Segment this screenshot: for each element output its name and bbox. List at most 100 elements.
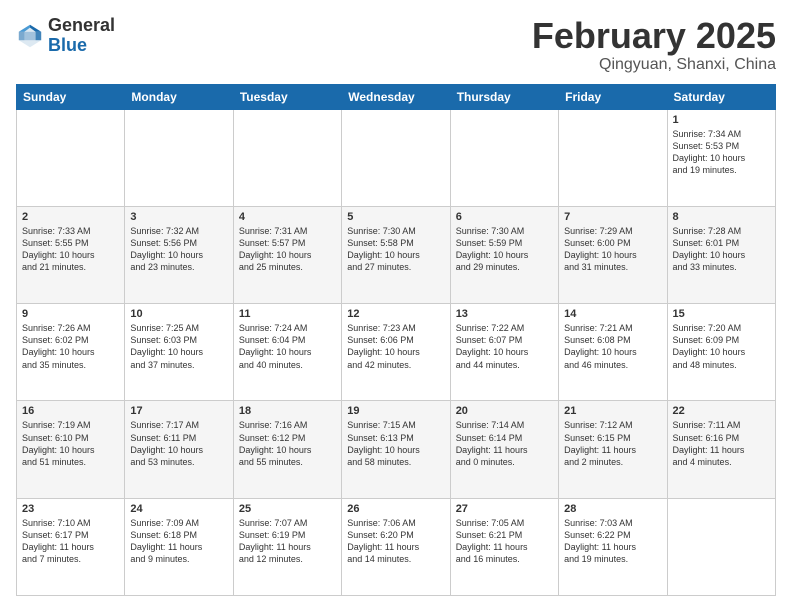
month-title: February 2025 xyxy=(532,16,776,56)
day-info: Sunrise: 7:23 AM Sunset: 6:06 PM Dayligh… xyxy=(347,322,444,371)
calendar-cell: 11 Sunrise: 7:24 AM Sunset: 6:04 PM Dayli… xyxy=(233,304,341,401)
day-number: 11 xyxy=(239,308,336,320)
calendar-cell: 14 Sunrise: 7:21 AM Sunset: 6:08 PM Dayli… xyxy=(559,304,667,401)
day-info: Sunrise: 7:09 AM Sunset: 6:18 PM Dayligh… xyxy=(130,517,227,566)
calendar-cell: 15 Sunrise: 7:20 AM Sunset: 6:09 PM Dayli… xyxy=(667,304,775,401)
calendar-cell: 27 Sunrise: 7:05 AM Sunset: 6:21 PM Dayli… xyxy=(450,498,558,595)
location: Qingyuan, Shanxi, China xyxy=(532,56,776,74)
day-number: 12 xyxy=(347,308,444,320)
calendar-week-row: 1Sunrise: 7:34 AM Sunset: 5:53 PM Daylig… xyxy=(17,109,776,206)
calendar-cell: 6Sunrise: 7:30 AM Sunset: 5:59 PM Daylig… xyxy=(450,206,558,303)
day-number: 22 xyxy=(673,405,770,417)
calendar-day-header: Monday xyxy=(125,84,233,109)
calendar-cell xyxy=(342,109,450,206)
day-number: 28 xyxy=(564,503,661,515)
day-number: 18 xyxy=(239,405,336,417)
day-info: Sunrise: 7:10 AM Sunset: 6:17 PM Dayligh… xyxy=(22,517,119,566)
calendar-cell: 12 Sunrise: 7:23 AM Sunset: 6:06 PM Dayli… xyxy=(342,304,450,401)
calendar-day-header: Thursday xyxy=(450,84,558,109)
day-info: Sunrise: 7:22 AM Sunset: 6:07 PM Dayligh… xyxy=(456,322,553,371)
logo-blue-text: Blue xyxy=(48,36,115,56)
day-info: Sunrise: 7:32 AM Sunset: 5:56 PM Dayligh… xyxy=(130,225,227,274)
calendar-cell: 8 Sunrise: 7:28 AM Sunset: 6:01 PM Daylig… xyxy=(667,206,775,303)
day-info: Sunrise: 7:16 AM Sunset: 6:12 PM Dayligh… xyxy=(239,419,336,468)
day-number: 26 xyxy=(347,503,444,515)
day-number: 27 xyxy=(456,503,553,515)
day-number: 8 xyxy=(673,211,770,223)
calendar-cell: 24 Sunrise: 7:09 AM Sunset: 6:18 PM Dayli… xyxy=(125,498,233,595)
calendar-cell: 21 Sunrise: 7:12 AM Sunset: 6:15 PM Dayli… xyxy=(559,401,667,498)
calendar-cell xyxy=(233,109,341,206)
day-info: Sunrise: 7:07 AM Sunset: 6:19 PM Dayligh… xyxy=(239,517,336,566)
day-info: Sunrise: 7:11 AM Sunset: 6:16 PM Dayligh… xyxy=(673,419,770,468)
calendar-cell: 26 Sunrise: 7:06 AM Sunset: 6:20 PM Dayli… xyxy=(342,498,450,595)
calendar-cell: 28 Sunrise: 7:03 AM Sunset: 6:22 PM Dayli… xyxy=(559,498,667,595)
day-number: 1 xyxy=(673,114,770,126)
calendar-day-header: Wednesday xyxy=(342,84,450,109)
day-info: Sunrise: 7:24 AM Sunset: 6:04 PM Dayligh… xyxy=(239,322,336,371)
logo-icon xyxy=(16,22,44,50)
calendar-cell: 19 Sunrise: 7:15 AM Sunset: 6:13 PM Dayli… xyxy=(342,401,450,498)
calendar-cell: 3 Sunrise: 7:32 AM Sunset: 5:56 PM Daylig… xyxy=(125,206,233,303)
day-number: 21 xyxy=(564,405,661,417)
logo-general-text: General xyxy=(48,16,115,36)
title-block: February 2025 Qingyuan, Shanxi, China xyxy=(532,16,776,74)
calendar-cell: 10Sunrise: 7:25 AM Sunset: 6:03 PM Dayli… xyxy=(125,304,233,401)
calendar-cell: 23Sunrise: 7:10 AM Sunset: 6:17 PM Dayli… xyxy=(17,498,125,595)
day-number: 15 xyxy=(673,308,770,320)
calendar-cell: 9Sunrise: 7:26 AM Sunset: 6:02 PM Daylig… xyxy=(17,304,125,401)
day-info: Sunrise: 7:21 AM Sunset: 6:08 PM Dayligh… xyxy=(564,322,661,371)
day-info: Sunrise: 7:15 AM Sunset: 6:13 PM Dayligh… xyxy=(347,419,444,468)
day-number: 3 xyxy=(130,211,227,223)
calendar-day-header: Friday xyxy=(559,84,667,109)
day-number: 14 xyxy=(564,308,661,320)
calendar-cell: 7Sunrise: 7:29 AM Sunset: 6:00 PM Daylig… xyxy=(559,206,667,303)
calendar-cell: 13 Sunrise: 7:22 AM Sunset: 6:07 PM Dayli… xyxy=(450,304,558,401)
logo: General Blue xyxy=(16,16,115,56)
day-number: 5 xyxy=(347,211,444,223)
header: General Blue February 2025 Qingyuan, Sha… xyxy=(16,16,776,74)
day-info: Sunrise: 7:20 AM Sunset: 6:09 PM Dayligh… xyxy=(673,322,770,371)
calendar-week-row: 16 Sunrise: 7:19 AM Sunset: 6:10 PM Dayli… xyxy=(17,401,776,498)
calendar-cell xyxy=(17,109,125,206)
day-info: Sunrise: 7:03 AM Sunset: 6:22 PM Dayligh… xyxy=(564,517,661,566)
calendar-day-header: Tuesday xyxy=(233,84,341,109)
day-number: 25 xyxy=(239,503,336,515)
calendar-cell: 22 Sunrise: 7:11 AM Sunset: 6:16 PM Dayli… xyxy=(667,401,775,498)
day-number: 16 xyxy=(22,405,119,417)
calendar-cell: 2 Sunrise: 7:33 AM Sunset: 5:55 PM Daylig… xyxy=(17,206,125,303)
day-info: Sunrise: 7:17 AM Sunset: 6:11 PM Dayligh… xyxy=(130,419,227,468)
calendar-day-header: Sunday xyxy=(17,84,125,109)
day-info: Sunrise: 7:30 AM Sunset: 5:59 PM Dayligh… xyxy=(456,225,553,274)
calendar-cell: 17 Sunrise: 7:17 AM Sunset: 6:11 PM Dayli… xyxy=(125,401,233,498)
day-number: 24 xyxy=(130,503,227,515)
calendar-cell: 16 Sunrise: 7:19 AM Sunset: 6:10 PM Dayli… xyxy=(17,401,125,498)
day-info: Sunrise: 7:06 AM Sunset: 6:20 PM Dayligh… xyxy=(347,517,444,566)
calendar-cell xyxy=(559,109,667,206)
day-number: 13 xyxy=(456,308,553,320)
day-number: 17 xyxy=(130,405,227,417)
day-number: 2 xyxy=(22,211,119,223)
day-info: Sunrise: 7:14 AM Sunset: 6:14 PM Dayligh… xyxy=(456,419,553,468)
calendar-cell: 4Sunrise: 7:31 AM Sunset: 5:57 PM Daylig… xyxy=(233,206,341,303)
calendar-cell: 20Sunrise: 7:14 AM Sunset: 6:14 PM Dayli… xyxy=(450,401,558,498)
day-info: Sunrise: 7:28 AM Sunset: 6:01 PM Dayligh… xyxy=(673,225,770,274)
calendar-week-row: 2 Sunrise: 7:33 AM Sunset: 5:55 PM Daylig… xyxy=(17,206,776,303)
calendar-week-row: 23Sunrise: 7:10 AM Sunset: 6:17 PM Dayli… xyxy=(17,498,776,595)
logo-text: General Blue xyxy=(48,16,115,56)
day-number: 9 xyxy=(22,308,119,320)
day-info: Sunrise: 7:31 AM Sunset: 5:57 PM Dayligh… xyxy=(239,225,336,274)
calendar-cell xyxy=(450,109,558,206)
page: General Blue February 2025 Qingyuan, Sha… xyxy=(0,0,792,612)
day-info: Sunrise: 7:33 AM Sunset: 5:55 PM Dayligh… xyxy=(22,225,119,274)
day-number: 19 xyxy=(347,405,444,417)
day-info: Sunrise: 7:19 AM Sunset: 6:10 PM Dayligh… xyxy=(22,419,119,468)
day-info: Sunrise: 7:12 AM Sunset: 6:15 PM Dayligh… xyxy=(564,419,661,468)
calendar-header-row: SundayMondayTuesdayWednesdayThursdayFrid… xyxy=(17,84,776,109)
day-number: 7 xyxy=(564,211,661,223)
calendar-cell: 18 Sunrise: 7:16 AM Sunset: 6:12 PM Dayli… xyxy=(233,401,341,498)
day-info: Sunrise: 7:30 AM Sunset: 5:58 PM Dayligh… xyxy=(347,225,444,274)
day-info: Sunrise: 7:25 AM Sunset: 6:03 PM Dayligh… xyxy=(130,322,227,371)
calendar-cell xyxy=(667,498,775,595)
day-info: Sunrise: 7:05 AM Sunset: 6:21 PM Dayligh… xyxy=(456,517,553,566)
